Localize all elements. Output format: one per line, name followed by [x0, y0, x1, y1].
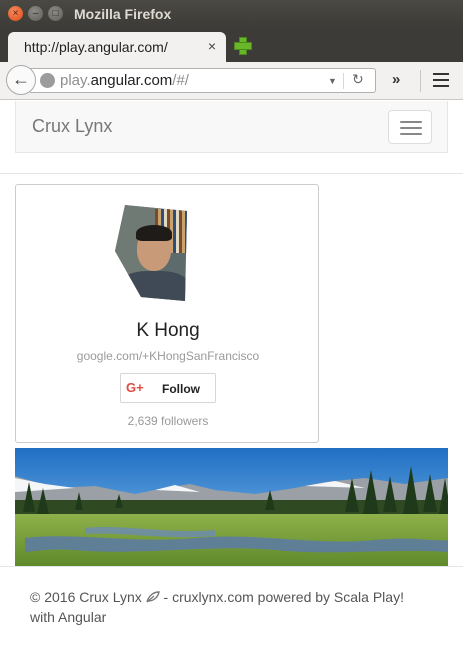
follow-button[interactable]: G+ Follow [120, 373, 216, 403]
follower-count: 2,639 followers [127, 414, 209, 428]
site-footer: © 2016 Crux Lynx - cruxlynx.com powered … [0, 566, 463, 657]
window-minimize-button[interactable]: – [28, 6, 43, 21]
footer-text: © 2016 Crux Lynx - cruxlynx.com powered … [30, 589, 404, 625]
toolbar-overflow-icon[interactable]: » [392, 71, 400, 88]
page-divider [0, 173, 463, 174]
tab-strip: http://play.angular.com/ × [0, 28, 463, 62]
window-titlebar: × – □ Mozilla Firefox [0, 0, 463, 28]
window-close-button[interactable]: × [8, 6, 23, 21]
brand-link[interactable]: Crux Lynx [32, 116, 112, 137]
window-title: Mozilla Firefox [74, 6, 172, 22]
url-divider [343, 73, 344, 89]
window-maximize-button[interactable]: □ [48, 6, 63, 21]
landscape-banner-image [15, 448, 448, 566]
google-plus-icon: G+ [126, 380, 144, 395]
profile-card: K Hong google.com/+KHongSanFrancisco G+ … [15, 184, 319, 443]
leaf-icon [145, 591, 160, 603]
url-dropdown-icon[interactable]: ▼ [328, 76, 337, 86]
site-navbar: Crux Lynx [15, 101, 448, 153]
follow-label: Follow [162, 382, 200, 396]
url-text[interactable]: play.angular.com/#/ [60, 72, 189, 89]
hamburger-menu-icon[interactable] [433, 73, 449, 87]
url-bar[interactable]: play.angular.com/#/ ▼ ↻ [30, 68, 376, 93]
back-arrow-icon[interactable]: ← [6, 65, 36, 95]
browser-toolbar: play.angular.com/#/ ▼ ↻ ← » [0, 62, 463, 100]
toolbar-divider [420, 70, 421, 92]
tab-title: http://play.angular.com/ [24, 39, 168, 55]
tab-active[interactable]: http://play.angular.com/ × [8, 32, 226, 62]
avatar[interactable] [115, 205, 187, 301]
tab-close-icon[interactable]: × [208, 38, 216, 54]
page-viewport: Crux Lynx K Hong google.com/+KHongSanFra… [0, 101, 463, 657]
navbar-toggle-button[interactable] [388, 110, 432, 144]
globe-icon [40, 73, 55, 88]
plus-icon[interactable] [234, 37, 252, 55]
profile-url[interactable]: google.com/+KHongSanFrancisco [16, 349, 320, 363]
profile-name[interactable]: K Hong [16, 320, 320, 342]
reload-icon[interactable]: ↻ [352, 71, 364, 88]
